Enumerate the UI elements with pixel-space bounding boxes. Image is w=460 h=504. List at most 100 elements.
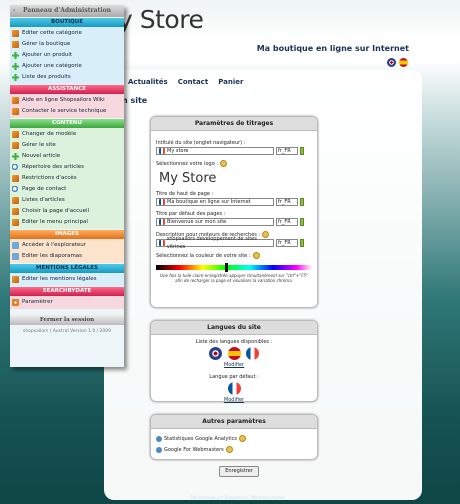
version-text: shopsailors | Austral Version 1.0 / 2009 <box>22 329 112 334</box>
nav-panier[interactable]: Panier <box>218 78 243 86</box>
logout-button[interactable]: Fermer la session <box>10 315 124 325</box>
es-flag-icon[interactable] <box>399 58 408 67</box>
es-flag-icon[interactable] <box>227 347 241 360</box>
shop-title: Ma boutique en ligne sur Internet <box>256 44 409 53</box>
sidebar-item[interactable]: Accéder à l'explorateur <box>10 240 124 251</box>
logo-label: Sélectionnez votre logo : <box>156 160 312 167</box>
admin-sections: BOUTIQUE Editer cette catégorie Gérer la b… <box>10 18 124 309</box>
nav-contact[interactable]: Contact <box>178 78 209 86</box>
page-header-input[interactable]: Ma boutique en ligne sur Internet <box>156 198 274 206</box>
sidebar-item[interactable]: Editer cette catégorie <box>10 28 124 39</box>
sidebar-item[interactable]: Editer les diaporamas <box>10 251 124 262</box>
sidebar-item-label: Editer le menu principal <box>22 219 88 225</box>
lang-select[interactable]: fr_FR <box>276 218 298 226</box>
section-items: Changer de modèle Gérer le site Nouvel art… <box>10 128 124 229</box>
site-name-input[interactable]: My store <box>156 147 274 155</box>
sidebar-item-label: Accéder à l'explorateur <box>22 242 86 248</box>
sidebar-item[interactable]: Nouvel article <box>10 151 124 162</box>
sidebar-item-label: Editer les diaporamas <box>22 253 83 259</box>
modify-default-language-link[interactable]: Modifier <box>156 397 312 403</box>
collapse-arrow-icon[interactable]: ‹ <box>13 5 15 17</box>
pencil-icon <box>12 276 19 283</box>
pencil-icon <box>12 41 19 48</box>
fr-flag-icon <box>159 219 165 225</box>
help-icon[interactable] <box>220 160 228 167</box>
sidebar-item[interactable]: Restrictions d'accès <box>10 173 124 184</box>
google-analytics-item[interactable]: Statistiques Google Analytics <box>156 435 312 442</box>
sidebar-item[interactable]: Gérer le site <box>10 140 124 151</box>
section-items: Accéder à l'explorateur Editer les diapor… <box>10 239 124 263</box>
default-title-input[interactable]: Bienvenue sur mon site <box>156 218 274 226</box>
sidebar-item[interactable]: Répertoire des articles <box>10 162 124 173</box>
fr-flag-icon[interactable] <box>246 347 260 360</box>
add-lang-button[interactable] <box>300 147 304 155</box>
en-flag-icon[interactable] <box>387 58 396 67</box>
default-language-label: Langue par défaut : <box>209 374 259 380</box>
nav-actualites[interactable]: Actualités <box>128 78 168 86</box>
help-icon[interactable] <box>239 435 247 442</box>
sidebar-item-label: Choisir la page d'accueil <box>22 208 90 214</box>
section-header: CONTENU <box>10 119 124 128</box>
sidebar-item[interactable]: Paramètrer <box>10 297 124 308</box>
save-button[interactable]: Enregistrer <box>219 466 259 477</box>
sidebar-item[interactable]: Aide en ligne Shopsailors Wiki <box>10 95 124 106</box>
sidebar-item[interactable]: Liste des produits <box>10 72 124 83</box>
sidebar-item-label: Contacter le service technique <box>22 108 107 114</box>
sidebar-item[interactable]: Contacter le service technique <box>10 106 124 117</box>
color-slider-handle[interactable] <box>224 263 228 272</box>
admin-sidebar: ‹ Panneau d'Administration BOUTIQUE Edite… <box>10 5 124 367</box>
lang-select[interactable]: fr_FR <box>276 239 298 247</box>
en-flag-icon[interactable] <box>208 347 222 360</box>
sidebar-item-label: Paramètrer <box>22 299 53 305</box>
default-title-label: Titre par défaut des pages : <box>156 211 226 217</box>
store-logo: y Store <box>118 5 204 34</box>
section-items: Editer les mentions légales <box>10 273 124 286</box>
sidebar-item-label: Gérer la boutique <box>22 41 71 47</box>
panel-title: Langues du site <box>151 321 317 335</box>
sidebar-item[interactable]: Editer le menu principal <box>10 217 124 228</box>
language-flags <box>387 58 408 67</box>
section-header: MENTIONS LÉGALES <box>10 264 124 273</box>
pencil-icon <box>12 108 19 115</box>
add-lang-button[interactable] <box>300 239 304 247</box>
seo-desc-input[interactable]: shopsailors developpement de sites vitri… <box>156 236 274 250</box>
sidebar-item[interactable]: Editer les mentions légales <box>10 274 124 285</box>
plus-icon <box>12 52 19 59</box>
help-icon[interactable] <box>225 446 233 453</box>
section-items: Editer cette catégorie Gérer la boutique A… <box>10 27 124 84</box>
lang-select[interactable]: fr_FR <box>276 147 298 155</box>
gear-icon <box>12 299 19 306</box>
section-items: Paramètrer <box>10 296 124 309</box>
help-icon[interactable] <box>252 252 260 259</box>
search-icon <box>12 164 19 171</box>
google-webmasters-item[interactable]: Google For Webmasters <box>156 446 312 453</box>
sidebar-item-label: Ajouter un produit <box>22 52 73 58</box>
color-slider[interactable] <box>156 263 312 272</box>
section-header: IMAGES <box>10 230 124 239</box>
sidebar-item-label: Nouvel article <box>22 153 61 159</box>
add-lang-button[interactable] <box>300 218 304 226</box>
available-languages-label: Liste des langues disponibles : <box>195 339 273 345</box>
lang-select[interactable]: fr_FR <box>276 198 298 206</box>
fr-flag-icon <box>159 199 165 205</box>
fr-flag-icon <box>159 148 165 154</box>
sidebar-item-label: Ajouter une catégorie <box>22 63 82 69</box>
sidebar-item[interactable]: Ajouter un produit <box>10 50 124 61</box>
sidebar-item[interactable]: Ajouter une catégorie <box>10 61 124 72</box>
pencil-icon <box>12 197 19 204</box>
sidebar-item-label: Editer les mentions légales <box>22 276 97 282</box>
logo-preview[interactable]: My Store <box>159 171 312 186</box>
sidebar-item[interactable]: Gérer la boutique <box>10 39 124 50</box>
section-header: BOUTIQUE <box>10 18 124 27</box>
languages-panel: Langues du site Liste des langues dispon… <box>150 320 318 403</box>
sidebar-item[interactable]: Page de contact <box>10 184 124 195</box>
pencil-icon <box>12 131 19 138</box>
sidebar-item[interactable]: Listes d'articles <box>10 195 124 206</box>
modify-languages-link[interactable]: Modifier <box>156 362 312 368</box>
top-navigation: Actualités Contact Panier <box>128 78 243 86</box>
plus-icon <box>12 63 19 70</box>
sidebar-item[interactable]: Choisir la page d'accueil <box>10 206 124 217</box>
sidebar-item[interactable]: Changer de modèle <box>10 129 124 140</box>
add-lang-button[interactable] <box>300 198 304 206</box>
plus-icon <box>12 153 19 160</box>
